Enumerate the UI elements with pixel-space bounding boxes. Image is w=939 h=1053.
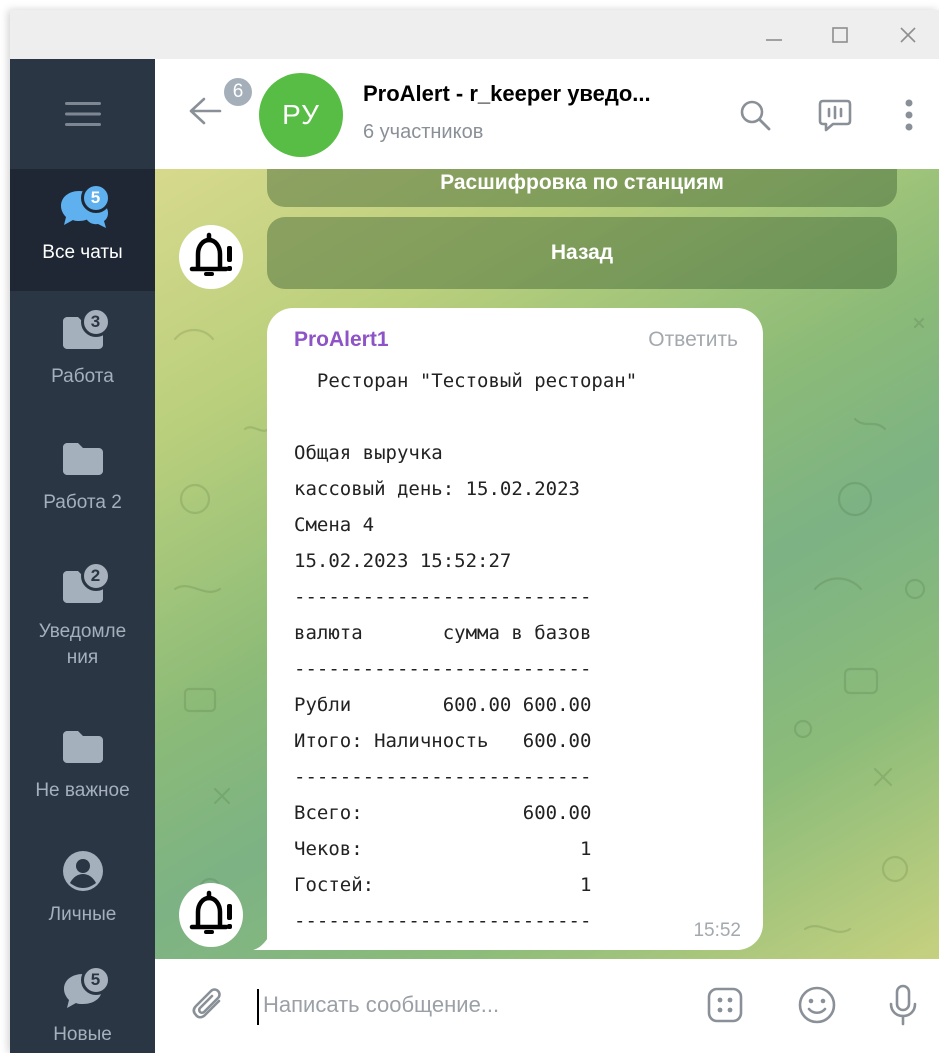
minimize-icon[interactable] bbox=[757, 20, 791, 50]
sidebar-folder-work-2[interactable]: Работа 2 bbox=[10, 433, 155, 543]
keyboard-button-stations[interactable]: Расшифровка по станциям bbox=[267, 169, 897, 207]
message-sender[interactable]: ProAlert1 bbox=[294, 328, 389, 352]
reply-button[interactable]: Ответить bbox=[648, 328, 738, 352]
folder-icon: 2 bbox=[53, 561, 113, 613]
sidebar-folder-notifications[interactable]: 2 Уведомле ния bbox=[10, 561, 155, 691]
folder-label: Уведомле ния bbox=[38, 621, 127, 668]
folder-icon bbox=[53, 433, 113, 485]
chat-bubble-icon: 5 bbox=[53, 965, 113, 1017]
message-input[interactable]: Написать сообщение... bbox=[263, 992, 499, 1018]
message-bubble[interactable]: ProAlert1 Ответить Ресторан "Тестовый ре… bbox=[267, 308, 763, 950]
sidebar-folder-work[interactable]: 3 Работа bbox=[10, 307, 155, 417]
unread-badge: 3 bbox=[80, 307, 111, 337]
title-bar bbox=[10, 10, 939, 59]
folder-label: Все чаты bbox=[42, 242, 123, 263]
folder-icon bbox=[53, 721, 113, 773]
microphone-icon[interactable] bbox=[879, 981, 927, 1029]
chat-title[interactable]: ProAlert - r_keeper уведо... bbox=[363, 81, 651, 107]
unread-count-badge: 6 bbox=[221, 75, 255, 109]
unread-badge: 5 bbox=[80, 965, 111, 995]
chat-area: Расшифровка по станциям Назад ProAlert1 … bbox=[155, 169, 939, 959]
bot-avatar[interactable] bbox=[179, 225, 243, 289]
search-icon[interactable] bbox=[735, 95, 775, 135]
message-composer: Написать сообщение... bbox=[155, 959, 939, 1053]
folder-label: Работа bbox=[51, 366, 114, 387]
bell-alert-icon bbox=[189, 890, 232, 934]
folder-label: Новые bbox=[53, 1024, 112, 1045]
folder-label: Работа 2 bbox=[43, 492, 122, 513]
folder-icon: 3 bbox=[53, 307, 113, 359]
chat-header: 6 РУ ProAlert - r_keeper уведо... 6 учас… bbox=[155, 59, 939, 169]
person-icon bbox=[53, 845, 113, 897]
message-time: 15:52 bbox=[693, 920, 741, 941]
unread-badge: 2 bbox=[80, 561, 111, 591]
text-caret bbox=[257, 989, 259, 1025]
folder-label: Личные bbox=[48, 904, 117, 925]
message-text: Ресторан "Тестовый ресторан" Общая выруч… bbox=[294, 370, 638, 932]
hamburger-icon[interactable] bbox=[10, 59, 155, 169]
bot-commands-icon[interactable] bbox=[701, 981, 749, 1029]
chat-avatar[interactable]: РУ bbox=[259, 73, 343, 157]
sidebar-folder-all-chats[interactable]: 5 Все чаты bbox=[10, 169, 155, 291]
sidebar-folder-personal[interactable]: Личные bbox=[10, 845, 155, 955]
keyboard-button-back[interactable]: Назад bbox=[267, 217, 897, 289]
folder-label: Не важное bbox=[35, 780, 130, 801]
maximize-icon[interactable] bbox=[823, 20, 857, 50]
bell-alert-icon bbox=[189, 232, 232, 276]
chats-icon: 5 bbox=[53, 183, 113, 235]
sidebar-folder-not-important[interactable]: Не важное bbox=[10, 721, 155, 831]
chat-members-count[interactable]: 6 участников bbox=[363, 121, 483, 144]
folders-sidebar: 5 Все чаты 3 Работа Работа 2 2 Уведомле … bbox=[10, 59, 155, 1053]
back-arrow-icon[interactable] bbox=[185, 91, 225, 131]
voice-chat-icon[interactable] bbox=[815, 95, 855, 135]
unread-badge: 5 bbox=[80, 183, 111, 213]
attach-icon[interactable] bbox=[185, 981, 233, 1029]
more-vert-icon[interactable] bbox=[889, 95, 929, 135]
sidebar-folder-new[interactable]: 5 Новые bbox=[10, 965, 155, 1053]
telegram-window: 5 Все чаты 3 Работа Работа 2 2 Уведомле … bbox=[10, 10, 939, 1053]
emoji-icon[interactable] bbox=[793, 981, 841, 1029]
bot-avatar[interactable] bbox=[179, 883, 243, 947]
close-icon[interactable] bbox=[891, 20, 925, 50]
